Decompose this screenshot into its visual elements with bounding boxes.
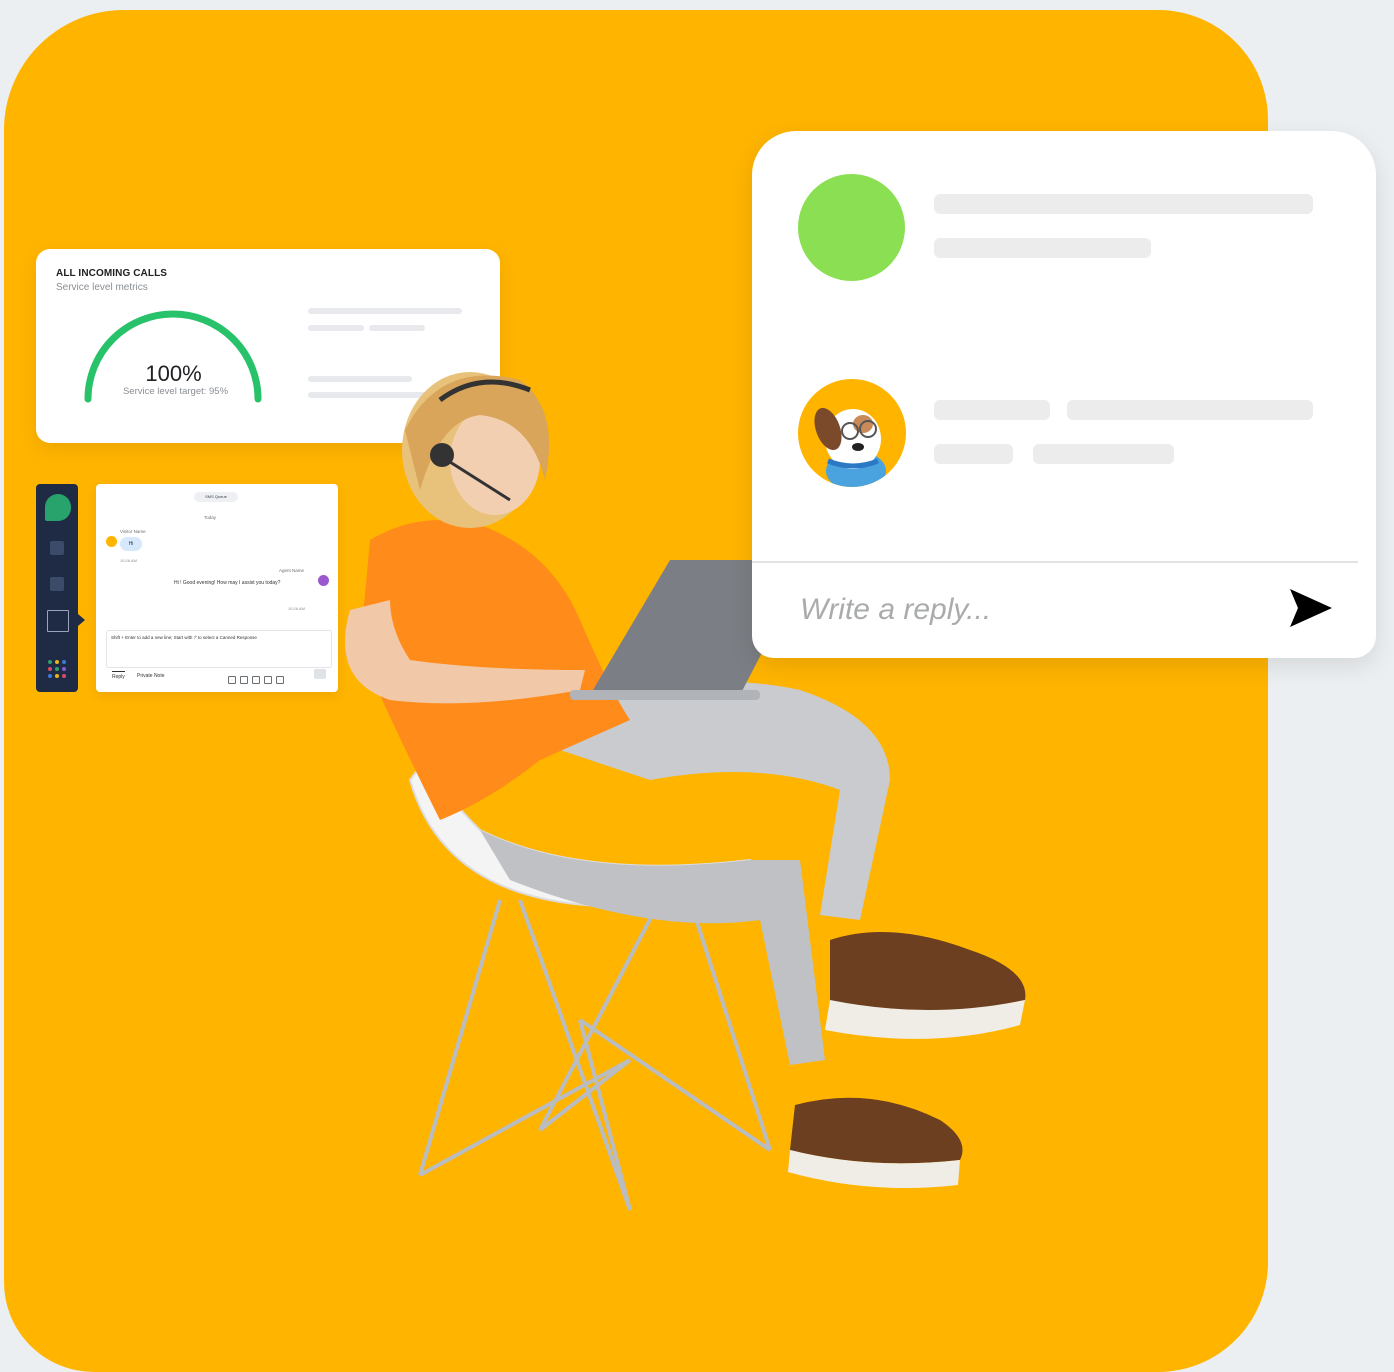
app-sidebar xyxy=(36,484,85,692)
card-subtitle: Service level metrics xyxy=(56,282,148,293)
divider xyxy=(752,561,1358,563)
composer-toolbar xyxy=(228,671,288,684)
skeleton-line xyxy=(934,400,1050,420)
apps-grid-icon[interactable] xyxy=(48,660,68,680)
leaf-logo-icon xyxy=(45,494,71,521)
skeleton-line xyxy=(934,194,1313,214)
skeleton-line xyxy=(1033,444,1174,464)
queue-badge[interactable]: SMS Queue xyxy=(194,492,238,502)
dog-avatar-icon xyxy=(798,379,906,487)
tab-private-note[interactable]: Private Note xyxy=(137,673,165,679)
calendar-icon[interactable] xyxy=(228,676,236,684)
visitor-name: Visitor Name xyxy=(120,529,146,534)
skeleton-line xyxy=(369,325,425,331)
chat-reply-card xyxy=(752,131,1376,658)
send-icon[interactable] xyxy=(1286,583,1336,633)
gauge-value: 100% xyxy=(145,361,202,386)
sidebar-pointer xyxy=(78,614,85,626)
chat-preview-window: SMS Queue Today Visitor Name Hi 10:26 AM… xyxy=(96,484,338,692)
card-title: ALL INCOMING CALLS xyxy=(56,268,168,279)
tab-reply[interactable]: Reply xyxy=(112,671,125,680)
agent-name: Agent Name xyxy=(279,568,305,573)
visitor-timestamp: 10:26 AM xyxy=(120,558,137,563)
nav-item-active-icon[interactable] xyxy=(47,610,69,632)
date-separator: Today xyxy=(204,515,217,520)
customer-avatar xyxy=(798,174,905,281)
send-mini-button[interactable] xyxy=(314,669,326,679)
agent-message: Hi ! Good evening! How may I assist you … xyxy=(174,580,281,586)
visitor-message: Hi xyxy=(120,537,142,551)
image-icon[interactable] xyxy=(264,676,272,684)
visitor-avatar xyxy=(106,536,117,547)
gauge-target: Service level target: 95% xyxy=(122,386,229,397)
nav-item-icon[interactable] xyxy=(50,541,64,555)
agent-avatar xyxy=(318,575,329,586)
reply-input[interactable] xyxy=(798,586,1242,634)
emoji-icon[interactable] xyxy=(276,676,284,684)
message-composer[interactable]: Shift + Enter to add a new line; Start w… xyxy=(106,630,332,668)
skeleton-line xyxy=(934,238,1151,258)
template-icon[interactable] xyxy=(240,676,248,684)
nav-item-icon[interactable] xyxy=(50,577,64,591)
skeleton-line xyxy=(308,308,462,314)
skeleton-line xyxy=(1067,400,1313,420)
skeleton-line xyxy=(934,444,1013,464)
skeleton-line xyxy=(308,325,364,331)
agent-timestamp: 10:26 AM xyxy=(288,606,305,611)
composer-hint: Shift + Enter to add a new line; Start w… xyxy=(111,635,257,640)
attach-icon[interactable] xyxy=(252,676,260,684)
